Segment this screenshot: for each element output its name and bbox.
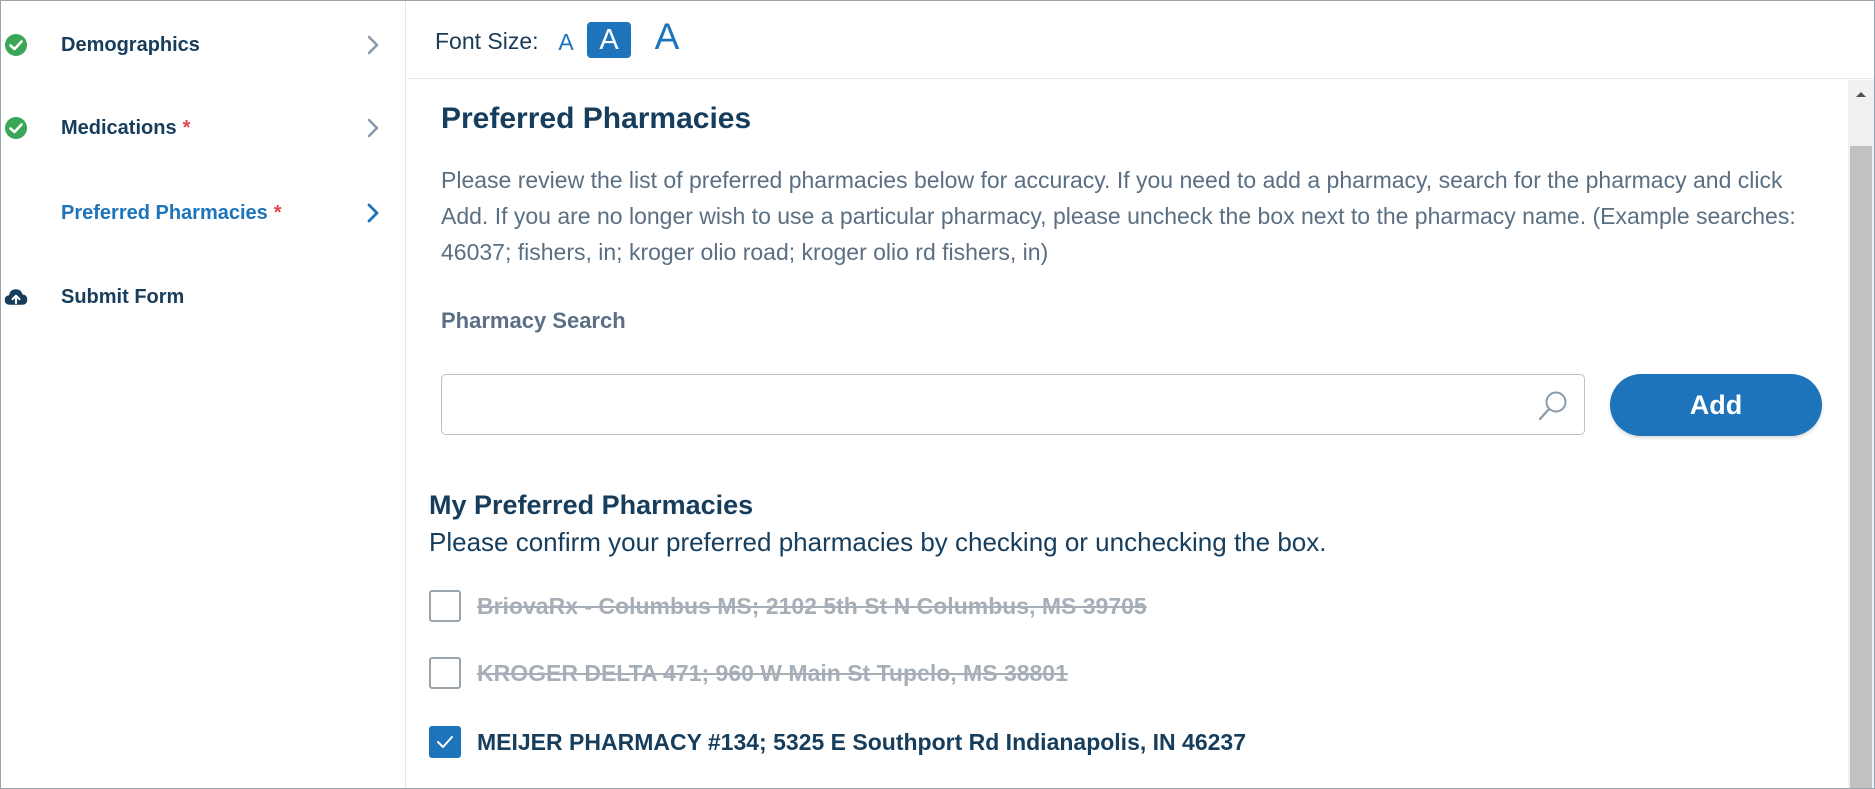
pharmacy-label: MEIJER PHARMACY #134; 5325 E Southport R… bbox=[477, 728, 1246, 755]
sidebar-item-label: Medications * bbox=[61, 116, 191, 139]
pharmacy-list-item[interactable]: MEIJER PHARMACY #134; 5325 E Southport R… bbox=[429, 725, 1246, 759]
vertical-scrollbar[interactable] bbox=[1848, 80, 1874, 788]
font-size-label: Font Size: bbox=[435, 28, 539, 54]
sidebar-item-label: Submit Form bbox=[61, 285, 185, 308]
scrollbar-thumb[interactable] bbox=[1850, 146, 1872, 788]
font-size-large-button[interactable]: A bbox=[650, 15, 684, 59]
check-circle-icon bbox=[3, 32, 29, 58]
instructions-text: Please review the list of preferred phar… bbox=[441, 167, 1796, 265]
pharmacy-search-field[interactable] bbox=[441, 374, 1585, 435]
sidebar-item-preferred-pharmacies[interactable]: Preferred Pharmacies * bbox=[1, 183, 406, 243]
chevron-right-icon bbox=[363, 116, 383, 140]
my-pharmacies-subtitle: Please confirm your preferred pharmacies… bbox=[429, 527, 1327, 557]
sidebar-item-label: Demographics bbox=[61, 33, 200, 56]
pharmacy-search-input[interactable] bbox=[442, 375, 1584, 434]
pharmacy-checkbox[interactable] bbox=[429, 590, 461, 622]
check-circle-icon bbox=[3, 115, 29, 141]
sidebar-item-medications[interactable]: Medications * bbox=[1, 98, 406, 158]
add-pharmacy-button[interactable]: Add bbox=[1610, 374, 1822, 436]
cloud-upload-icon bbox=[3, 284, 29, 310]
my-pharmacies-title: My Preferred Pharmacies bbox=[429, 490, 754, 520]
pharmacy-list-item[interactable]: BriovaRx - Columbus MS; 2102 5th St N Co… bbox=[429, 589, 1147, 623]
main-content: Preferred Pharmacies Please review the l… bbox=[407, 80, 1847, 788]
pharmacy-label: KROGER DELTA 471; 960 W Main St Tupelo, … bbox=[477, 659, 1068, 686]
required-marker: * bbox=[273, 201, 282, 224]
sidebar-item-submit-form[interactable]: Submit Form bbox=[1, 267, 406, 327]
pharmacy-checkbox[interactable] bbox=[429, 657, 461, 689]
search-icon[interactable] bbox=[1536, 389, 1570, 423]
chevron-right-icon bbox=[363, 33, 383, 57]
page-title: Preferred Pharmacies bbox=[441, 102, 752, 135]
checkmark-icon bbox=[437, 736, 453, 748]
pharmacy-search-label: Pharmacy Search bbox=[441, 308, 626, 333]
required-marker: * bbox=[182, 116, 191, 139]
scroll-up-arrow-icon[interactable] bbox=[1848, 80, 1874, 108]
chevron-right-icon bbox=[363, 201, 383, 225]
font-size-small-button[interactable]: A bbox=[555, 27, 577, 57]
pharmacy-label: BriovaRx - Columbus MS; 2102 5th St N Co… bbox=[477, 592, 1147, 619]
pharmacy-checkbox[interactable] bbox=[429, 726, 461, 758]
sidebar-item-label: Preferred Pharmacies * bbox=[61, 201, 282, 224]
sidebar-item-demographics[interactable]: Demographics bbox=[1, 15, 406, 75]
sidebar-nav: Demographics Medications * Preferred Phar… bbox=[1, 1, 406, 788]
font-size-toolbar: Font Size: A A A bbox=[407, 1, 1874, 79]
font-size-medium-button[interactable]: A bbox=[587, 22, 631, 58]
pharmacy-list-item[interactable]: KROGER DELTA 471; 960 W Main St Tupelo, … bbox=[429, 656, 1068, 690]
